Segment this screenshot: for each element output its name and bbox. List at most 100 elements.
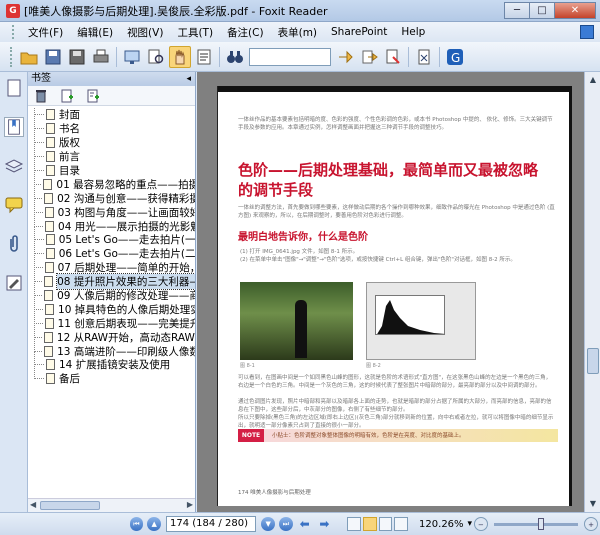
- maximize-button[interactable]: □: [529, 1, 555, 19]
- collapse-panel-button[interactable]: ◂: [186, 72, 191, 86]
- attachment-icon[interactable]: [4, 234, 24, 254]
- bookmark-item[interactable]: 书名: [28, 116, 195, 136]
- highlight-button[interactable]: [382, 46, 404, 68]
- bookmark-item[interactable]: 目录: [28, 158, 195, 178]
- bookmark-item[interactable]: 05 Let's Go——走去拍片(一): [28, 227, 195, 247]
- bookmark-item[interactable]: 14 扩展插镜安装及使用: [28, 352, 195, 372]
- bookmark-item-selected[interactable]: 08 提升照片效果的三大利器——色阶: [28, 269, 195, 291]
- bookmark-page-icon: [44, 345, 54, 357]
- single-page-view-button[interactable]: [346, 517, 361, 531]
- page-number-input[interactable]: 174 (184 / 280): [166, 516, 257, 532]
- tree-line: [34, 269, 43, 283]
- scroll-up-icon[interactable]: ▲: [585, 72, 600, 88]
- signature-icon[interactable]: [4, 273, 24, 293]
- scroll-left-icon[interactable]: ◀: [30, 500, 36, 509]
- add-bookmark-icon[interactable]: [60, 89, 74, 103]
- zoom-out-button[interactable]: −: [474, 517, 488, 531]
- document-vertical-scrollbar[interactable]: ▲ ▼: [584, 72, 600, 512]
- continuous-facing-view-button[interactable]: [394, 517, 409, 531]
- bookmark-item[interactable]: 封面: [28, 108, 195, 122]
- bookmark-page-icon: [44, 276, 54, 288]
- go-back-arrow-icon[interactable]: ⬅: [297, 518, 313, 530]
- menu-edit[interactable]: 编辑(E): [70, 25, 120, 40]
- menu-tools[interactable]: 工具(T): [170, 25, 220, 40]
- bookmark-item[interactable]: 01 最容易忽略的重点——拍摄的前期准备: [28, 171, 195, 191]
- facing-view-button[interactable]: [378, 517, 393, 531]
- continuous-view-button[interactable]: [362, 517, 377, 531]
- menu-file[interactable]: 文件(F): [21, 25, 70, 40]
- restore-layout-icon[interactable]: [580, 25, 594, 39]
- first-page-button[interactable]: ⏮: [129, 517, 144, 531]
- bookmark-item[interactable]: 11 创意后期表现——完美提升作品: [28, 310, 195, 330]
- bookmark-item[interactable]: 07 后期处理——简单的开始，小试: [28, 255, 195, 275]
- search-input[interactable]: [249, 47, 331, 66]
- bookmark-item[interactable]: 10 掉具特色的人像后期处理实例: [28, 296, 195, 316]
- bookmarks-horizontal-scrollbar[interactable]: ◀ ▶: [28, 498, 195, 512]
- scroll-thumb[interactable]: [40, 501, 100, 510]
- find-button[interactable]: [145, 46, 167, 68]
- bookmark-page-icon: [46, 123, 55, 135]
- minimize-button[interactable]: ─: [504, 1, 530, 19]
- bookmark-page-icon: [45, 303, 55, 315]
- bookmark-item[interactable]: 02 沟通与创意——获得精彩摄影作品: [28, 185, 195, 205]
- bookmark-item[interactable]: 13 高端进阶——印刷级人像数码修饰: [28, 338, 195, 358]
- scroll-down-icon[interactable]: ▼: [585, 496, 600, 512]
- bookmark-item[interactable]: 12 从RAW开始，高动态RAW处理技巧: [28, 324, 195, 344]
- zoom-in-button[interactable]: +: [584, 517, 598, 531]
- bookmark-item[interactable]: 09 人像后期的修改处理——商业技法: [28, 283, 195, 303]
- open-folder-button[interactable]: [18, 46, 40, 68]
- scroll-right-icon[interactable]: ▶: [187, 500, 193, 509]
- find-previous-button[interactable]: [334, 46, 356, 68]
- pdf-tool-icon[interactable]: [413, 46, 435, 68]
- bookmark-item[interactable]: 04 用光——展示拍摄的光影魅力: [28, 213, 195, 233]
- comments-icon[interactable]: [4, 195, 24, 215]
- delete-bookmark-icon[interactable]: [34, 89, 48, 103]
- binoculars-icon[interactable]: [224, 46, 246, 68]
- document-view[interactable]: 一体丝作品的基本要素包括明暗的度、色彩的强度、个性色彩调的色彩，或本书 Phot…: [197, 72, 584, 512]
- layers-icon[interactable]: [4, 156, 24, 176]
- bookmark-item[interactable]: 版权: [28, 130, 195, 150]
- tree-line: [34, 227, 44, 241]
- menu-sharepoint[interactable]: SharePoint: [324, 26, 394, 38]
- pages-icon[interactable]: [4, 78, 24, 98]
- menu-grip[interactable]: [12, 25, 15, 39]
- bookmarks-icon[interactable]: [4, 117, 24, 137]
- foxit-g-icon[interactable]: G: [444, 46, 466, 68]
- menu-forms[interactable]: 表单(m): [271, 25, 324, 40]
- zoom-slider-thumb[interactable]: [537, 517, 544, 530]
- menu-help[interactable]: Help: [394, 26, 432, 38]
- bookmarks-header: 书签 ◂: [28, 72, 195, 86]
- menu-comments[interactable]: 备注(C): [220, 25, 271, 40]
- tree-line: [34, 116, 44, 130]
- hand-tool-button[interactable]: [169, 45, 191, 68]
- bookmark-page-icon: [43, 331, 53, 343]
- bookmark-page-icon: [44, 192, 54, 204]
- last-page-button[interactable]: ⏭: [279, 517, 293, 531]
- full-screen-button[interactable]: [121, 46, 143, 68]
- paragraph-2: 可以看到，在图画中间是一个如同黑色山峰的图形，这就是色阶的术语形式"直方图"，在…: [238, 375, 552, 389]
- print-button[interactable]: [90, 46, 112, 68]
- add-child-bookmark-icon[interactable]: [86, 89, 100, 103]
- toolbar-grip[interactable]: [10, 46, 13, 67]
- tree-line: [34, 185, 43, 199]
- bookmark-item[interactable]: 06 Let's Go——走去拍片(二): [28, 241, 195, 261]
- close-button[interactable]: ✕: [554, 1, 596, 19]
- bookmark-item[interactable]: 备后: [28, 366, 195, 386]
- next-page-button[interactable]: ▼: [261, 517, 276, 531]
- find-next-button[interactable]: [358, 46, 380, 68]
- menu-view[interactable]: 视图(V): [120, 25, 170, 40]
- foxit-app-icon[interactable]: G: [6, 3, 20, 18]
- save-as-button[interactable]: [66, 46, 88, 68]
- select-text-button[interactable]: [193, 46, 215, 68]
- zoom-dropdown-icon[interactable]: ▾: [468, 519, 473, 529]
- go-forward-arrow-icon[interactable]: ➡: [317, 518, 333, 530]
- zoom-level[interactable]: 120.26%: [419, 519, 464, 530]
- vertical-scroll-thumb[interactable]: [587, 348, 599, 374]
- zoom-slider[interactable]: [493, 517, 579, 530]
- save-button[interactable]: [42, 46, 64, 68]
- bookmark-item[interactable]: 前言: [28, 144, 195, 164]
- previous-page-button[interactable]: ▲: [147, 517, 161, 531]
- window-controls: ─ □ ✕: [504, 1, 596, 20]
- bookmark-item[interactable]: 03 构图与角度——让画面较好接受: [28, 199, 195, 219]
- tree-line: [34, 366, 44, 380]
